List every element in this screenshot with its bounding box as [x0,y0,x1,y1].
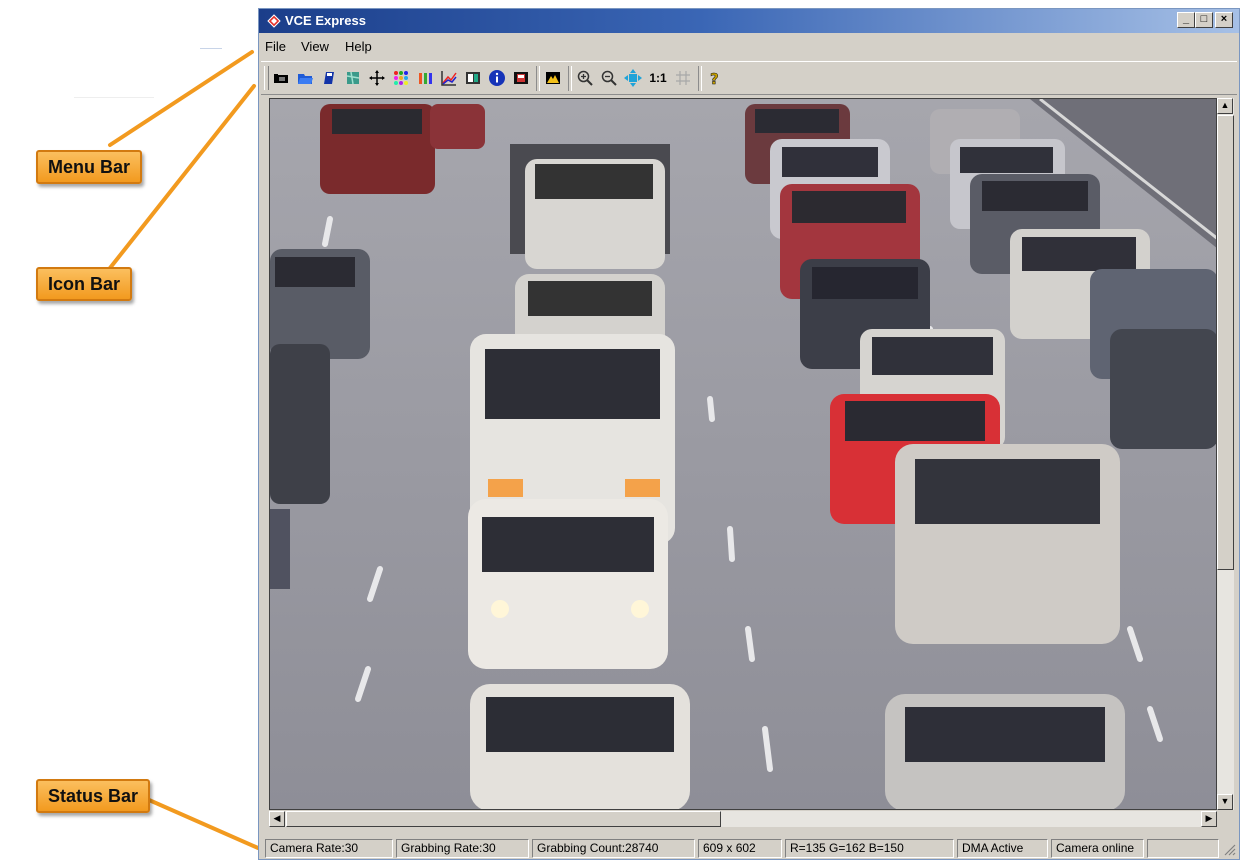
minimize-button[interactable]: _ [1177,12,1195,28]
close-button[interactable]: × [1215,12,1233,28]
dma-status-pane: DMA Active [957,839,1048,858]
map-icon[interactable] [343,68,363,88]
empty-status-pane [1147,839,1219,858]
status-bar: Camera Rate:30 Grabbing Rate:30 Grabbing… [261,838,1237,858]
actual-size-button[interactable]: 1:1 [647,68,669,88]
svg-text:?: ? [710,70,719,87]
grabbing-count-pane: Grabbing Count:28740 [532,839,695,858]
maximize-button[interactable]: □ [1195,12,1213,28]
rgb-bars-icon[interactable] [415,68,435,88]
folder-open-icon[interactable] [295,68,315,88]
scroll-down-button[interactable]: ▼ [1217,794,1233,810]
grabbing-rate-pane: Grabbing Rate:30 [396,839,529,858]
resolution-pane: 609 x 602 [698,839,782,858]
scroll-left-button[interactable]: ◀ [269,811,285,827]
window-title: VCE Express [285,13,366,28]
toolbar-separator [568,66,572,91]
scroll-right-button[interactable]: ▶ [1201,811,1217,827]
app-window: VCE Express _ □ × File View Help 1:1 ? ▲… [258,8,1240,860]
pixel-rgb-pane: R=135 G=162 B=150 [785,839,954,858]
toolbar-separator [536,66,540,91]
menu-help[interactable]: Help [345,39,372,54]
status-bar-callout: Status Bar [36,779,151,813]
help-icon[interactable]: ? [705,68,725,88]
vertical-scroll-thumb[interactable] [1217,115,1234,570]
save-icon[interactable] [319,68,339,88]
histogram-icon[interactable] [543,68,563,88]
app-logo-icon [267,14,281,28]
toolbar-grip[interactable] [264,66,269,90]
icon-bar-callout: Icon Bar [36,267,133,301]
fit-window-icon[interactable] [623,68,643,88]
title-bar[interactable]: VCE Express _ □ × [259,9,1239,33]
menu-bar-callout: Menu Bar [36,150,143,184]
info-icon[interactable] [487,68,507,88]
scroll-up-button[interactable]: ▲ [1217,98,1233,114]
menu-bar: File View Help [259,35,1239,57]
actual-size-label: 1:1 [649,71,667,85]
grid-icon[interactable] [673,68,693,88]
icon-bar: 1:1 ? [261,61,1237,95]
camera-rate-pane: Camera Rate:30 [265,839,393,858]
traffic-camera-image [270,99,1216,809]
camera-state-pane: Camera online [1051,839,1144,858]
menu-view[interactable]: View [301,39,329,54]
camera-image-view[interactable] [269,98,1217,810]
horizontal-scrollbar[interactable]: ◀ ▶ [269,811,1217,827]
move-icon[interactable] [367,68,387,88]
vertical-scrollbar[interactable]: ▲ ▼ [1217,98,1234,810]
display-settings-icon[interactable] [463,68,483,88]
horizontal-scroll-thumb[interactable] [286,811,721,827]
camera-icon[interactable] [271,68,291,88]
chart-icon[interactable] [439,68,459,88]
resize-grip-icon[interactable] [1222,842,1236,856]
film-icon[interactable] [511,68,531,88]
color-grid-icon[interactable] [391,68,411,88]
toolbar-separator [698,66,702,91]
zoom-in-icon[interactable] [575,68,595,88]
zoom-out-icon[interactable] [599,68,619,88]
menu-file[interactable]: File [265,39,286,54]
